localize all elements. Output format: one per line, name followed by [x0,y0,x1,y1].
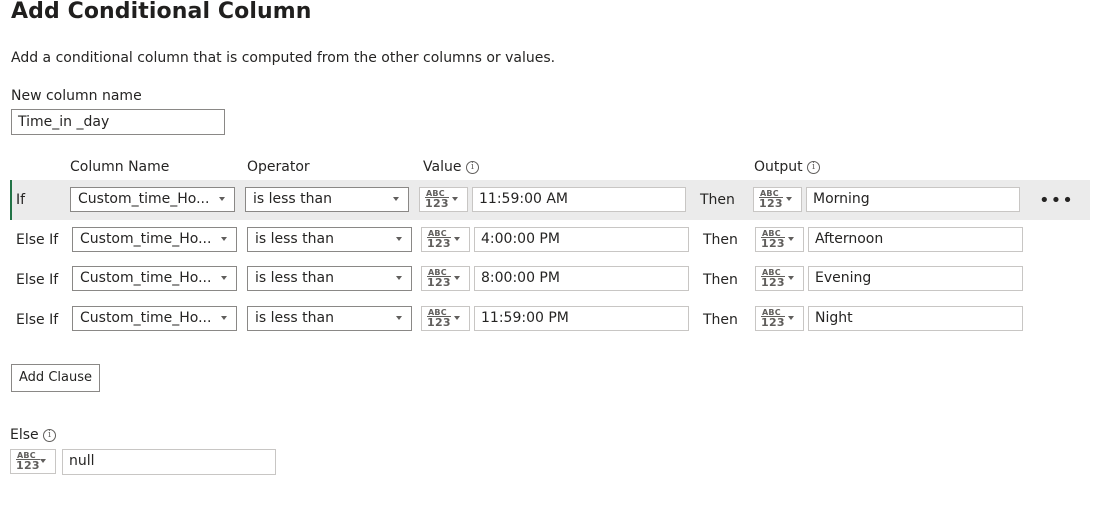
clause-operator-dropdown[interactable]: is less than [247,227,412,252]
chevron-down-icon [40,459,46,463]
value-header-label: Value [423,159,462,175]
else-type-dropdown[interactable]: ABC 123 [10,449,56,474]
selected-clause-indicator [10,180,12,220]
chevron-down-icon [396,237,402,241]
new-column-name-input[interactable]: Time_in _day [11,109,225,135]
chevron-down-icon [219,197,225,201]
add-clause-button[interactable]: Add Clause [11,364,100,392]
clause-keyword: Else If [16,232,59,248]
clause-keyword: Else If [16,272,59,288]
chevron-down-icon [221,316,227,320]
else-label: Else [10,427,39,443]
output-type-dropdown[interactable]: ABC 123 [755,266,804,291]
clause-column-dropdown[interactable]: Custom_time_Ho... [72,227,237,252]
column-name-header: Column Name [70,159,170,175]
clause-column-value: Custom_time_Ho... [80,310,212,326]
output-info-icon[interactable]: i [807,160,821,174]
chevron-down-icon [221,237,227,241]
then-label: Then [703,312,738,328]
clause-column-dropdown[interactable]: Custom_time_Ho... [72,266,237,291]
clause-column-value: Custom_time_Ho... [80,270,212,286]
clause-value-input[interactable]: 11:59:00 AM [472,187,686,212]
clause-output-input[interactable]: Evening [808,266,1023,291]
chevron-down-icon [788,276,794,280]
clause-operator-value: is less than [255,310,334,326]
clause-column-value: Custom_time_Ho... [80,231,212,247]
value-info-icon[interactable]: i [465,160,479,174]
more-options-icon[interactable]: ••• [1039,192,1074,210]
clause-keyword: Else If [16,312,59,328]
value-type-dropdown[interactable]: ABC 123 [421,306,470,331]
clause-output-input[interactable]: Night [808,306,1023,331]
chevron-down-icon [454,276,460,280]
clause-output-input[interactable]: Afternoon [808,227,1023,252]
dialog-title: Add Conditional Column [11,0,312,24]
clause-operator-dropdown[interactable]: is less than [247,266,412,291]
value-type-dropdown[interactable]: ABC 123 [419,187,468,212]
output-header-label: Output [754,159,803,175]
value-header: Value i [423,159,479,175]
clause-column-dropdown[interactable]: Custom_time_Ho... [72,306,237,331]
output-type-dropdown[interactable]: ABC 123 [755,306,804,331]
chevron-down-icon [788,237,794,241]
output-type-dropdown[interactable]: ABC 123 [753,187,802,212]
clause-operator-value: is less than [255,231,334,247]
chevron-down-icon [454,237,460,241]
then-label: Then [700,192,735,208]
chevron-down-icon [452,197,458,201]
clause-operator-value: is less than [253,191,332,207]
output-header: Output i [754,159,821,175]
clause-output-input[interactable]: Morning [806,187,1020,212]
then-label: Then [703,232,738,248]
chevron-down-icon [454,316,460,320]
dialog-description: Add a conditional column that is compute… [11,50,556,66]
clause-operator-dropdown[interactable]: is less than [247,306,412,331]
else-info-icon[interactable]: i [43,428,57,442]
chevron-down-icon [788,316,794,320]
chevron-down-icon [396,276,402,280]
else-header: Else i [10,427,57,443]
clause-column-dropdown[interactable]: Custom_time_Ho... [70,187,235,212]
value-type-dropdown[interactable]: ABC 123 [421,227,470,252]
clause-operator-dropdown[interactable]: is less than [245,187,409,212]
chevron-down-icon [396,316,402,320]
clause-value-input[interactable]: 11:59:00 PM [474,306,689,331]
else-value-input[interactable]: null [62,449,276,475]
chevron-down-icon [393,197,399,201]
chevron-down-icon [786,197,792,201]
clause-column-value: Custom_time_Ho... [78,191,210,207]
then-label: Then [703,272,738,288]
clause-value-input[interactable]: 4:00:00 PM [474,227,689,252]
clause-value-input[interactable]: 8:00:00 PM [474,266,689,291]
chevron-down-icon [221,276,227,280]
output-type-dropdown[interactable]: ABC 123 [755,227,804,252]
value-type-dropdown[interactable]: ABC 123 [421,266,470,291]
clause-operator-value: is less than [255,270,334,286]
new-column-name-label: New column name [11,88,142,104]
clause-keyword: If [16,192,26,208]
operator-header: Operator [247,159,310,175]
